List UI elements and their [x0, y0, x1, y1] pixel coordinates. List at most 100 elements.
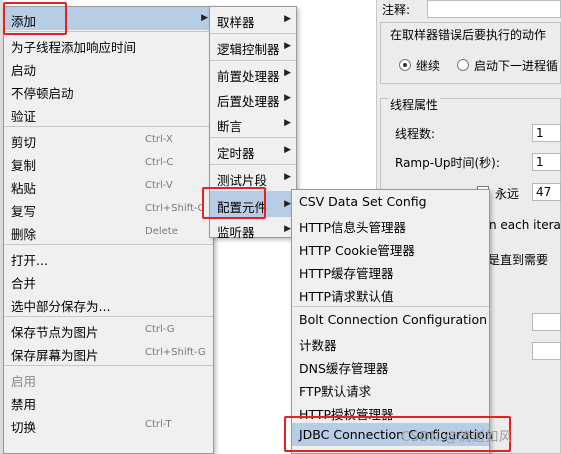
context-menu-item-label: 保存屏幕为图片 — [11, 348, 99, 363]
config-menu-item-label: HTTP请求默认值 — [299, 289, 394, 304]
next-loop-radio-label: 启动下一进程循 — [474, 59, 559, 73]
submenu-arrow-icon: ▶ — [284, 145, 291, 155]
submenu-arrow-icon: ▶ — [284, 224, 291, 234]
config-menu-item-label: HTTP缓存管理器 — [299, 266, 394, 281]
note-label: 注释: — [382, 3, 411, 17]
add-submenu-item-4[interactable]: 前置处理器 ▶ — [210, 61, 296, 86]
context-menu-item-9[interactable]: 粘贴 Ctrl-V — [4, 174, 213, 197]
startup-delay-input[interactable] — [532, 342, 561, 360]
next-loop-radio[interactable] — [457, 59, 469, 71]
add-submenu-item-10[interactable]: 测试片段 ▶ — [210, 165, 296, 190]
context-menu-item-11[interactable]: 删除 Delete — [4, 220, 213, 243]
rampup-input[interactable]: 1 — [532, 153, 561, 171]
config-menu-item-2[interactable]: HTTP Cookie管理器 — [292, 236, 489, 259]
context-menu-item-label: 剪切 — [11, 135, 37, 150]
note-input[interactable] — [427, 0, 561, 18]
rampup-label: Ramp-Up时间(秒): — [395, 156, 500, 170]
thread-count-input[interactable]: 1 — [532, 124, 561, 142]
config-menu-item-8[interactable]: DNS缓存管理器 — [292, 354, 489, 377]
context-menu-shortcut: Ctrl-G — [145, 324, 175, 335]
context-menu-item-label: 启动 — [11, 63, 37, 78]
context-menu-item-5[interactable]: 验证 — [4, 102, 213, 125]
config-menu-item-4[interactable]: HTTP请求默认值 — [292, 282, 489, 305]
thread-properties-title: 线程属性 — [388, 96, 441, 113]
context-menu-item-10[interactable]: 复写 Ctrl+Shift-C — [4, 197, 213, 220]
add-submenu-item-5[interactable]: 后置处理器 ▶ — [210, 86, 296, 111]
context-menu-separator — [4, 126, 213, 127]
loop-count-input[interactable]: 47 — [532, 183, 561, 201]
add-submenu-item-label: 断言 — [217, 119, 243, 134]
config-menu-item-6[interactable]: Bolt Connection Configuration — [292, 308, 489, 331]
context-menu-shortcut: Ctrl-X — [145, 134, 173, 145]
add-submenu-item-label: 配置元件 — [217, 200, 268, 215]
context-menu-item-label: 为子线程添加响应时间 — [11, 40, 137, 55]
context-menu-item-22[interactable]: 切换 Ctrl-T — [4, 413, 213, 436]
config-element-submenu: CSV Data Set Config HTTP信息头管理器 HTTP Cookie… — [291, 189, 493, 454]
submenu-arrow-icon: ▶ — [284, 199, 291, 209]
config-menu-item-label: HTTP授权管理器 — [299, 407, 394, 422]
config-menu-item-label: Bolt Connection Configuration — [299, 312, 488, 327]
submenu-arrow-icon: ▶ — [284, 68, 291, 78]
context-menu-separator — [4, 316, 213, 317]
context-menu-item-17[interactable]: 保存节点为图片 Ctrl-G — [4, 318, 213, 341]
add-submenu-item-12[interactable]: 配置元件 ▶ — [210, 192, 296, 217]
add-submenu-item-label: 取样器 — [217, 15, 255, 30]
context-menu-item-label: 合并 — [11, 276, 37, 291]
add-submenu-item-13[interactable]: 监听器 ▶ — [210, 217, 296, 242]
context-menu-item-label: 复写 — [11, 204, 37, 219]
context-menu-item-14[interactable]: 合并 — [4, 269, 213, 292]
context-menu-item-label: 保存节点为图片 — [11, 325, 99, 340]
config-menu-item-7[interactable]: 计数器 — [292, 331, 489, 354]
context-menu-item-label: 不停顿启动 — [11, 86, 74, 101]
context-menu: 添加 ▶ 为子线程添加响应时间 启动不停顿启动 验证剪切 Ctrl-X 复制 Ctrl-C 粘贴… — [3, 6, 214, 454]
add-submenu-item-2[interactable]: 逻辑控制器 ▶ — [210, 34, 296, 59]
context-menu-item-label: 禁用 — [11, 397, 37, 412]
thread-count-label: 线程数: — [395, 127, 436, 141]
config-menu-item-label: HTTP信息头管理器 — [299, 220, 406, 235]
context-menu-item-18[interactable]: 保存屏幕为图片 Ctrl+Shift-G — [4, 341, 213, 364]
context-menu-item-label: 复制 — [11, 158, 37, 173]
context-menu-shortcut: Ctrl-C — [145, 157, 174, 168]
context-menu-shortcut: Delete — [145, 226, 178, 237]
add-submenu-item-6[interactable]: 断言 ▶ — [210, 111, 296, 136]
context-menu-item-label: 切换 — [11, 420, 37, 435]
context-menu-item-label: 选中部分保存为... — [11, 299, 111, 314]
add-submenu-item-label: 监听器 — [217, 225, 255, 240]
context-menu-item-15[interactable]: 选中部分保存为... — [4, 292, 213, 315]
context-menu-item-0[interactable]: 添加 ▶ — [4, 7, 213, 30]
add-submenu-item-8[interactable]: 定时器 ▶ — [210, 138, 296, 163]
config-menu-item-3[interactable]: HTTP缓存管理器 — [292, 259, 489, 282]
config-menu-separator — [292, 306, 489, 307]
add-submenu-item-0[interactable]: 取样器 ▶ — [210, 7, 296, 32]
add-submenu: 取样器 ▶ 逻辑控制器 ▶ 前置处理器 ▶ 后置处理器 ▶ 断言 ▶ 定时器 ▶ 测试片段 ▶ 配置元件 ▶ 监… — [209, 6, 297, 240]
config-menu-item-0[interactable]: CSV Data Set Config — [292, 190, 489, 213]
submenu-arrow-icon: ▶ — [284, 41, 291, 51]
continue-radio[interactable] — [399, 59, 411, 71]
context-menu-item-13[interactable]: 打开... — [4, 246, 213, 269]
submenu-arrow-icon: ▶ — [201, 13, 208, 23]
submenu-arrow-icon: ▶ — [284, 118, 291, 128]
context-menu-item-2[interactable]: 为子线程添加响应时间 — [4, 33, 213, 56]
continue-radio-label: 继续 — [416, 59, 441, 73]
duration-input[interactable] — [532, 313, 561, 331]
forever-label: 永远 — [495, 187, 520, 201]
context-menu-item-label: 添加 — [11, 14, 37, 29]
context-menu-item-21[interactable]: 禁用 — [4, 390, 213, 413]
config-menu-item-9[interactable]: FTP默认请求 — [292, 377, 489, 400]
config-menu-item-label: DNS缓存管理器 — [299, 361, 389, 376]
context-menu-shortcut: Ctrl-T — [145, 419, 172, 430]
config-menu-item-10[interactable]: HTTP授权管理器 — [292, 400, 489, 423]
sampler-error-group-title: 在取样器错误后要执行的动作 — [388, 26, 549, 43]
submenu-arrow-icon: ▶ — [284, 93, 291, 103]
context-menu-item-label: 打开... — [11, 253, 48, 268]
context-menu-item-4[interactable]: 不停顿启动 — [4, 79, 213, 102]
context-menu-item-20: 启用 — [4, 367, 213, 390]
context-menu-item-3[interactable]: 启动 — [4, 56, 213, 79]
watermark: CSDN @流逝如风 — [401, 430, 513, 445]
add-submenu-item-label: 定时器 — [217, 146, 255, 161]
config-menu-item-label: FTP默认请求 — [299, 384, 372, 399]
config-menu-item-1[interactable]: HTTP信息头管理器 — [292, 213, 489, 236]
context-menu-item-8[interactable]: 复制 Ctrl-C — [4, 151, 213, 174]
same-user-each-iteration-label: n each iterati — [489, 218, 561, 232]
context-menu-item-7[interactable]: 剪切 Ctrl-X — [4, 128, 213, 151]
